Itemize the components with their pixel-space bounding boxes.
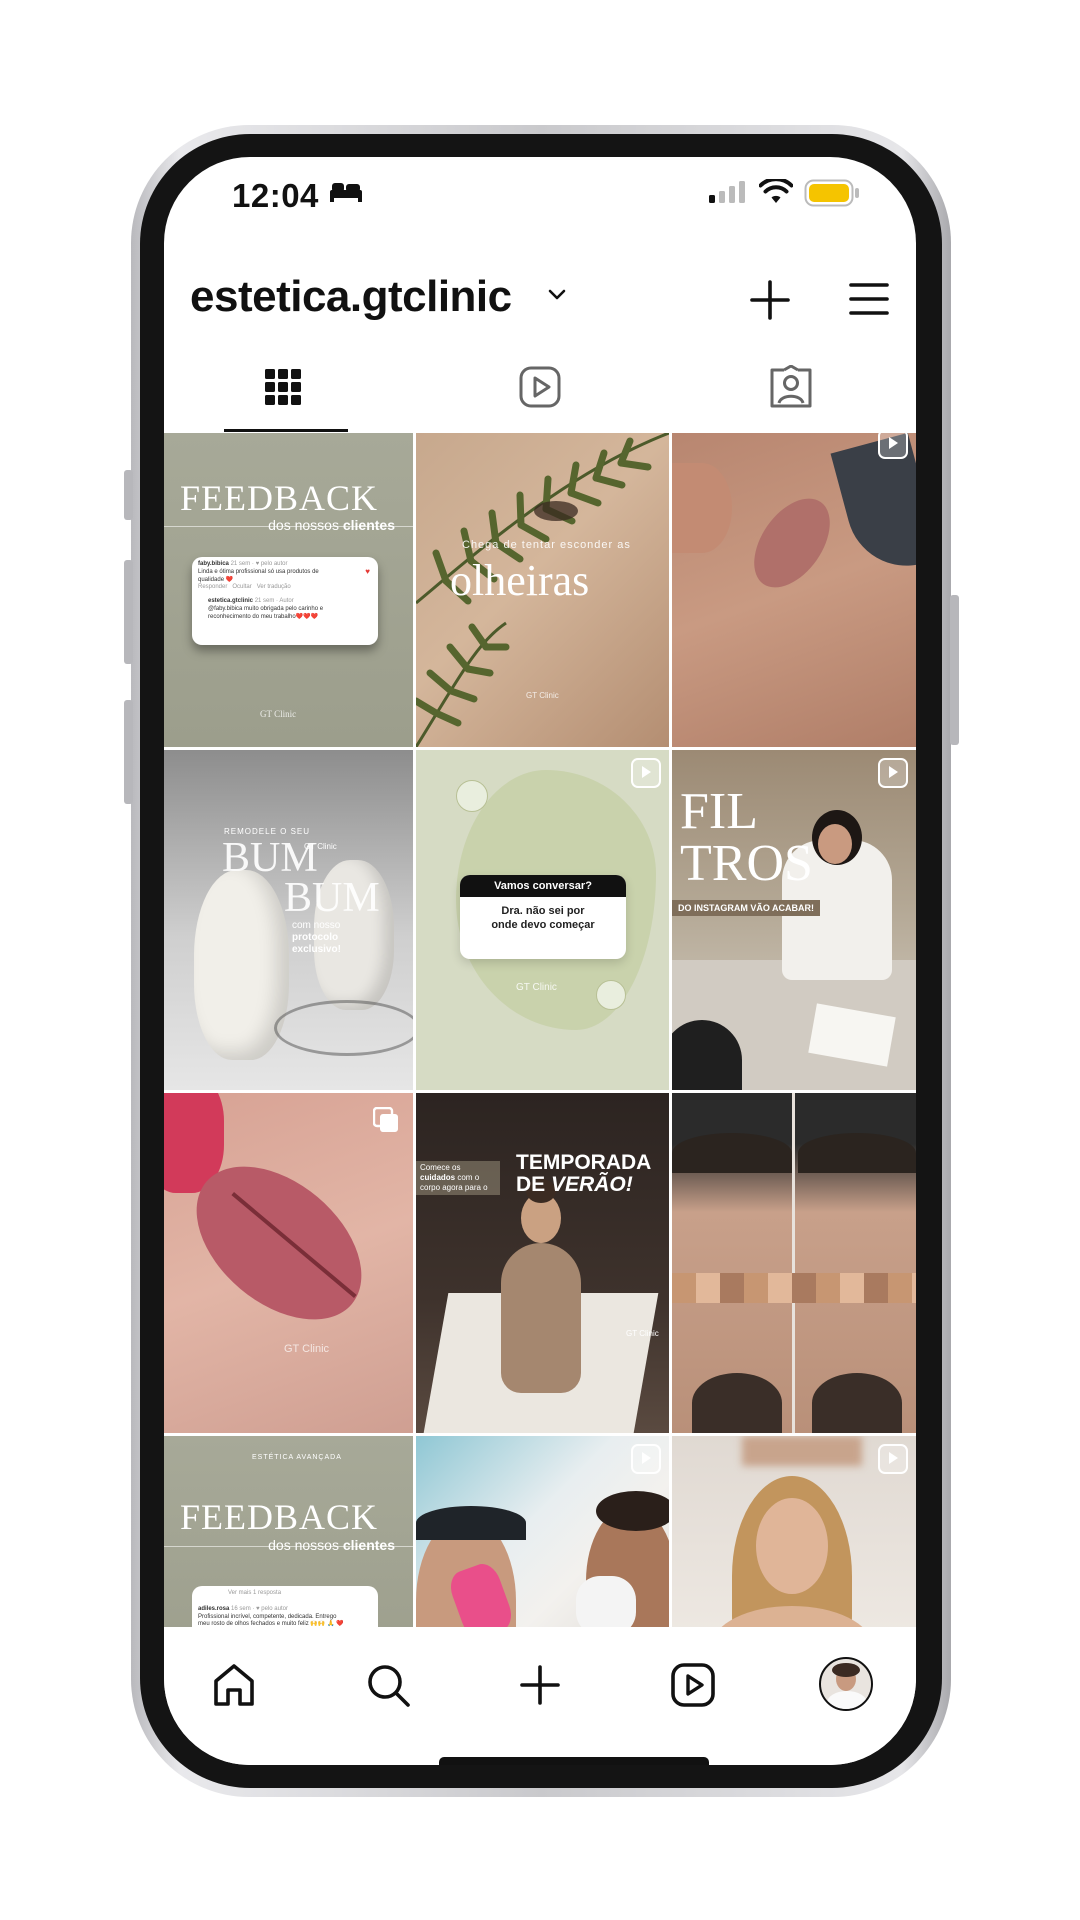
reel-icon: [878, 1444, 908, 1474]
reel-icon: [631, 758, 661, 788]
account-switcher[interactable]: estetica.gtclinic: [190, 272, 512, 322]
post-subtitle: dos nossos clientes: [268, 517, 395, 533]
posts-grid: FEEDBACK dos nossos clientes faby.bibica…: [164, 433, 916, 1683]
power-button: [950, 595, 959, 745]
battery-icon: [804, 179, 859, 207]
tagged-icon: [770, 365, 812, 408]
post-title: TROS: [680, 835, 813, 892]
post-subtitle: dos nossos clientes: [268, 1537, 395, 1553]
screen: 12:04 estetica.gtclinic FEEDBACK dos nos…: [164, 157, 916, 1765]
post-title: FIL: [680, 783, 758, 840]
brand-logo: GT Clinic: [260, 709, 297, 719]
divider-line: [792, 1093, 795, 1433]
profile-header: estetica.gtclinic: [164, 262, 916, 332]
reel-icon: [631, 1444, 661, 1474]
post-title: olheiras: [450, 556, 590, 605]
reel-icon: [878, 433, 908, 459]
mute-switch: [124, 470, 133, 520]
post-pretitle: ESTÉTICA AVANÇADA: [252, 1454, 342, 1461]
post-title: BUM: [284, 875, 380, 921]
doctor-face: [818, 824, 852, 864]
status-time: 12:04: [232, 177, 319, 214]
post-caption: com nosso protocolo exclusivo!: [292, 920, 341, 955]
reels-icon: [519, 366, 561, 408]
post-tile[interactable]: FIL TROS DO INSTAGRAM VÃO ACABAR!: [672, 750, 916, 1090]
brand-logo: GT Clinic: [526, 691, 559, 700]
sticker-question: Vamos conversar?: [460, 875, 626, 897]
comment-card: faby.bibica 21 sem · ♥ pelo autor Linda …: [192, 557, 378, 645]
chevron-down-icon[interactable]: [547, 288, 567, 302]
hair-left: [672, 1133, 792, 1173]
model-body: [501, 1243, 581, 1393]
volume-down-button: [124, 700, 133, 804]
volume-up-button: [124, 560, 133, 664]
dish-shape: [274, 1000, 413, 1056]
post-title: FEEDBACK: [180, 478, 379, 518]
gel-bubble: [456, 780, 488, 812]
post-banner: DO INSTAGRAM VÃO ACABAR!: [672, 900, 820, 916]
lips-shape: [738, 484, 846, 602]
post-tile[interactable]: REMODELE O SEU BUM BUM GT Clinic com nos…: [164, 750, 413, 1090]
status-bar: 12:04: [164, 157, 916, 227]
grid-icon: [265, 369, 301, 405]
wifi-icon: [759, 179, 793, 203]
doctor-hair: [596, 1491, 669, 1531]
bottom-nav: [164, 1627, 916, 1765]
model-face: [756, 1498, 828, 1594]
brand-logo: GT Clinic: [284, 1343, 330, 1355]
nose-shape: [672, 463, 732, 553]
home-icon[interactable]: [210, 1661, 258, 1709]
sticker-answer: Dra. não sei por onde devo começar: [491, 905, 595, 931]
post-tile[interactable]: [672, 1093, 916, 1433]
profile-avatar[interactable]: [819, 1657, 873, 1711]
menu-icon[interactable]: [849, 282, 889, 316]
post-title: DE VERÃO!: [516, 1173, 633, 1196]
tab-reels[interactable]: [415, 347, 665, 427]
create-post-icon[interactable]: [516, 1661, 564, 1709]
gel-bubble: [596, 980, 626, 1010]
pixelated-eyes: [672, 1273, 916, 1303]
avatar-hair: [832, 1663, 860, 1677]
post-side-text: Comece os cuidados com o corpo agora par…: [416, 1161, 500, 1195]
post-tile[interactable]: Vamos conversar? Dra. não sei por onde d…: [416, 750, 669, 1090]
profile-tabs: [164, 347, 916, 427]
reels-nav-icon[interactable]: [669, 1661, 717, 1709]
beard-left: [692, 1373, 782, 1433]
search-icon[interactable]: [364, 1661, 412, 1709]
beard-right: [812, 1373, 902, 1433]
sleep-focus-icon: [330, 183, 362, 202]
hair-right: [798, 1133, 916, 1173]
post-title: TEMPORADA: [516, 1151, 652, 1174]
brand-logo: GT Clinic: [626, 1329, 659, 1338]
create-icon[interactable]: [750, 280, 790, 320]
question-sticker: Vamos conversar? Dra. não sei por onde d…: [460, 875, 626, 959]
avatar-body: [827, 1691, 867, 1709]
post-title: FEEDBACK: [180, 1497, 379, 1537]
post-tile[interactable]: Comece os cuidados com o corpo agora par…: [416, 1093, 669, 1433]
post-pretitle: Chega de tentar esconder as: [462, 539, 631, 551]
cellular-signal-icon: [709, 181, 745, 203]
active-tab-indicator: [224, 429, 348, 432]
post-tile[interactable]: [672, 433, 916, 747]
reel-icon: [878, 758, 908, 788]
blur-strip: [742, 1436, 862, 1466]
brand-logo: GT Clinic: [516, 982, 557, 993]
post-tile[interactable]: Chega de tentar esconder as olheiras GT …: [416, 433, 669, 747]
brand-logo: GT Clinic: [304, 842, 337, 851]
post-tile[interactable]: FEEDBACK dos nossos clientes faby.bibica…: [164, 433, 413, 747]
tab-tagged[interactable]: [666, 347, 916, 427]
post-tile[interactable]: GT Clinic: [164, 1093, 413, 1433]
carousel-icon: [373, 1107, 398, 1132]
home-indicator: [439, 1757, 709, 1765]
headband: [416, 1506, 526, 1540]
tab-grid[interactable]: [164, 347, 414, 427]
